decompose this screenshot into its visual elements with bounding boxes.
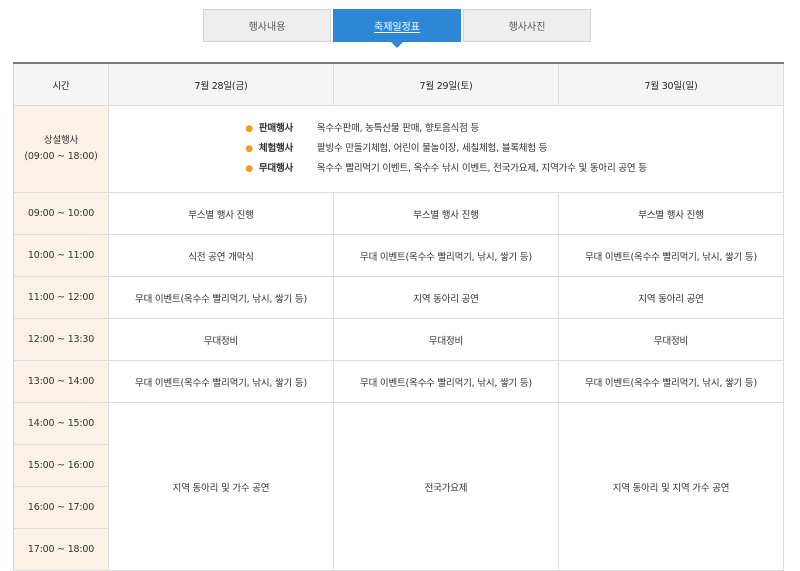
tab-label: 행사내용 <box>248 22 286 33</box>
tab-event-photos[interactable]: 행사사진 <box>463 9 591 42</box>
category-details: 팥빙수 만들기체험, 어린이 물놀이장, 세칠체험, 블록체험 등 <box>316 143 548 154</box>
permanent-events-row: 상설행사 (09:00 ~ 18:00) ● 판매행사 옥수수판매, 농특산물 판매… <box>13 105 784 193</box>
permanent-events-list: ● 판매행사 옥수수판매, 농특산물 판매, 향토음식점 등 ● 체험행사 팥빙수 만들… <box>245 119 647 179</box>
day2-afternoon-cell: 전국가요제 <box>333 402 559 571</box>
header-row: 시간 7월 28일(금) 7월 29일(토) 7월 30일(일) <box>13 62 784 106</box>
table-row: 09:00 ~ 10:00 부스별 행사 진행 부스별 행사 진행 부스별 행사… <box>13 192 784 235</box>
permanent-events-hours: (09:00 ~ 18:00) <box>24 151 98 162</box>
day2-cell: 무대 이벤트(옥수수 빨리먹기, 낚시, 쌓기 등) <box>333 360 559 403</box>
list-item: ● 무대행사 옥수수 빨리먹기 이벤트, 옥수수 낚시 이벤트, 전국가요제, 지역… <box>245 159 647 179</box>
table-row: 14:00 ~ 15:00 지역 동아리 및 가수 공연 전국가요제 지역 동아… <box>13 402 784 571</box>
category-details: 옥수수판매, 농특산물 판매, 향토음식점 등 <box>316 123 480 134</box>
day2-cell: 무대정비 <box>333 318 559 361</box>
time-cell: 17:00 ~ 18:00 <box>13 528 109 571</box>
day3-cell: 무대 이벤트(옥수수 빨리먹기, 낚시, 쌓기 등) <box>558 360 784 403</box>
table-row: 10:00 ~ 11:00 식전 공연 개막식 무대 이벤트(옥수수 빨리먹기,… <box>13 234 784 277</box>
table-row: 12:00 ~ 13:30 무대정비 무대정비 무대정비 <box>13 318 784 361</box>
time-cell: 09:00 ~ 10:00 <box>13 192 109 235</box>
bullet-icon: ● <box>245 124 253 134</box>
day1-cell: 무대 이벤트(옥수수 빨리먹기, 낚시, 쌓기 등) <box>108 360 334 403</box>
tab-bar: 행사내용 축제일정표 행사사진 <box>203 9 593 48</box>
day2-cell: 무대 이벤트(옥수수 빨리먹기, 낚시, 쌓기 등) <box>333 234 559 277</box>
bullet-icon: ● <box>245 144 253 154</box>
time-cell: 13:00 ~ 14:00 <box>13 360 109 403</box>
header-day3: 7월 30일(일) <box>558 62 784 106</box>
category-label: 체험행사 <box>258 143 294 154</box>
table-row: 13:00 ~ 14:00 무대 이벤트(옥수수 빨리먹기, 낚시, 쌓기 등)… <box>13 360 784 403</box>
day1-afternoon-cell: 지역 동아리 및 가수 공연 <box>108 402 334 571</box>
day1-cell: 무대 이벤트(옥수수 빨리먹기, 낚시, 쌓기 등) <box>108 276 334 319</box>
tab-label: 행사사진 <box>508 22 546 33</box>
day3-cell: 지역 동아리 공연 <box>558 276 784 319</box>
permanent-events-cell: ● 판매행사 옥수수판매, 농특산물 판매, 향토음식점 등 ● 체험행사 팥빙수 만들… <box>108 105 784 193</box>
day3-cell: 무대 이벤트(옥수수 빨리먹기, 낚시, 쌓기 등) <box>558 234 784 277</box>
category-label: 판매행사 <box>258 123 294 134</box>
permanent-events-time-cell: 상설행사 (09:00 ~ 18:00) <box>13 105 109 193</box>
header-time: 시간 <box>13 62 109 106</box>
time-cell: 16:00 ~ 17:00 <box>13 486 109 529</box>
time-cell: 14:00 ~ 15:00 <box>13 402 109 445</box>
tab-festival-schedule[interactable]: 축제일정표 <box>333 9 461 48</box>
bullet-icon: ● <box>245 164 253 174</box>
tab-label: 축제일정표 <box>374 22 420 33</box>
tab-event-info[interactable]: 행사내용 <box>203 9 331 42</box>
time-cell: 12:00 ~ 13:30 <box>13 318 109 361</box>
table-row: 11:00 ~ 12:00 무대 이벤트(옥수수 빨리먹기, 낚시, 쌓기 등)… <box>13 276 784 319</box>
header-day1: 7월 28일(금) <box>108 62 334 106</box>
day2-cell: 지역 동아리 공연 <box>333 276 559 319</box>
time-cell: 15:00 ~ 16:00 <box>13 444 109 487</box>
permanent-events-title: 상설행사 <box>43 135 79 146</box>
day3-cell: 무대정비 <box>558 318 784 361</box>
day1-cell: 식전 공연 개막식 <box>108 234 334 277</box>
time-cell: 11:00 ~ 12:00 <box>13 276 109 319</box>
day2-cell: 부스별 행사 진행 <box>333 192 559 235</box>
category-label: 무대행사 <box>258 163 294 174</box>
header-day2: 7월 29일(토) <box>333 62 559 106</box>
category-details: 옥수수 빨리먹기 이벤트, 옥수수 낚시 이벤트, 전국가요제, 지역가수 및 … <box>316 163 647 174</box>
day1-cell: 무대정비 <box>108 318 334 361</box>
day1-cell: 부스별 행사 진행 <box>108 192 334 235</box>
day3-afternoon-cell: 지역 동아리 및 지역 가수 공연 <box>558 402 784 571</box>
list-item: ● 체험행사 팥빙수 만들기체험, 어린이 물놀이장, 세칠체험, 블록체험 등 <box>245 139 647 159</box>
day3-cell: 부스별 행사 진행 <box>558 192 784 235</box>
time-cell: 10:00 ~ 11:00 <box>13 234 109 277</box>
list-item: ● 판매행사 옥수수판매, 농특산물 판매, 향토음식점 등 <box>245 119 647 139</box>
schedule-table: 시간 7월 28일(금) 7월 29일(토) 7월 30일(일) 상설행사 (0… <box>13 62 784 571</box>
